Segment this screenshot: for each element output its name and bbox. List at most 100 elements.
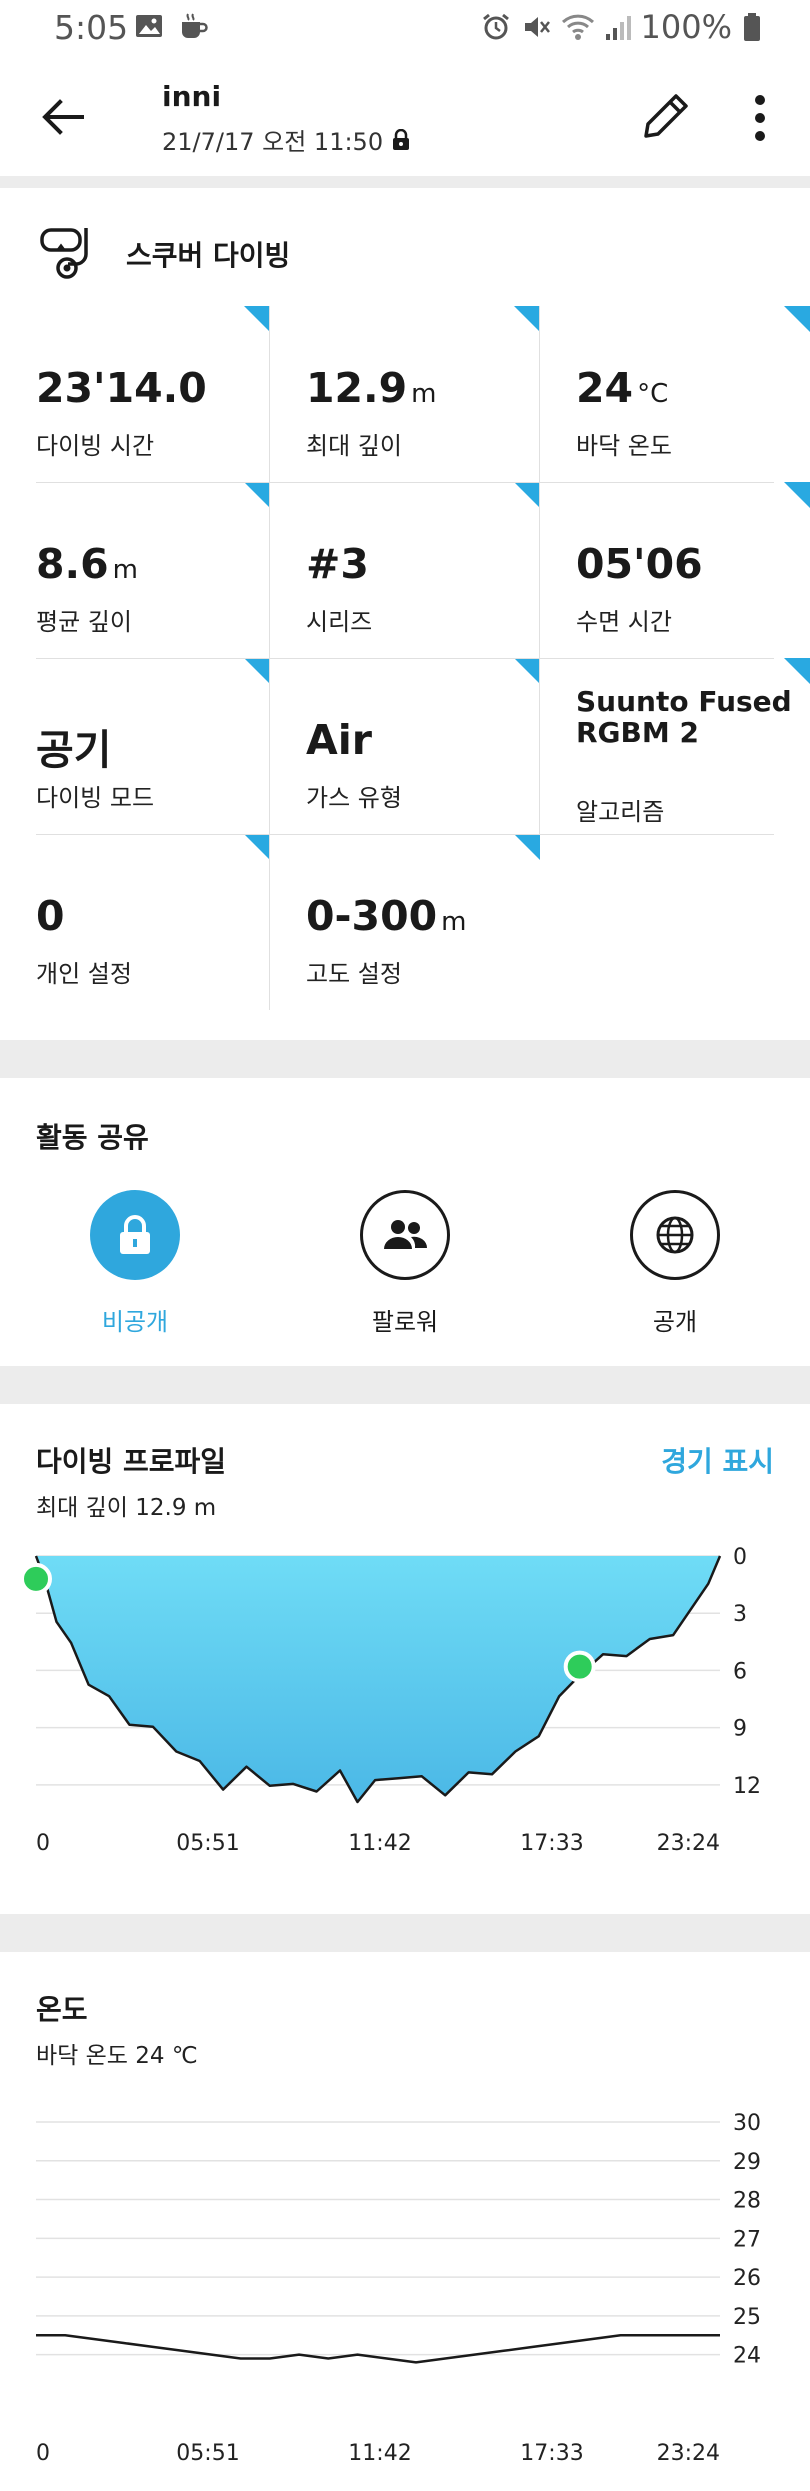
stat-value: Suunto Fused RGBM 2 xyxy=(576,685,792,749)
status-bar: 5:05 100% xyxy=(0,0,810,56)
activity-datetime-text: 21/7/17 오전 11:50 xyxy=(162,128,384,156)
y-tick-label: 30 xyxy=(733,2111,761,2136)
dive-summary-card: 스쿠버 다이빙 23'14.0 다이빙 시간 12.9 m 최대 깊이 24 °C … xyxy=(0,188,810,1040)
more-vert-icon[interactable] xyxy=(740,90,780,146)
share-private-label[interactable]: 비공개 xyxy=(65,1302,205,1337)
activity-type-label: 스쿠버 다이빙 xyxy=(126,239,291,272)
stat-corner-marker xyxy=(784,658,810,684)
stat-corner-marker xyxy=(514,306,540,332)
alarm-icon xyxy=(482,13,509,40)
depth-marker xyxy=(20,1562,52,1595)
followers-icon xyxy=(384,1220,428,1249)
y-tick-label: 24 xyxy=(733,2344,761,2369)
battery-icon xyxy=(744,13,760,41)
stat-corner-marker xyxy=(514,482,540,508)
x-tick-label: 17:33 xyxy=(520,2441,583,2466)
stat-avg-depth[interactable]: 8.6 m 평균 깊이 xyxy=(0,482,270,658)
stat-max-depth[interactable]: 12.9 m 최대 깊이 xyxy=(270,306,540,482)
stat-corner-marker xyxy=(244,658,270,684)
lock-icon xyxy=(393,128,410,150)
stat-gas-type[interactable]: Air 가스 유형 xyxy=(270,658,540,834)
dive-profile-card: 다이빙 프로파일 경기 표시 최대 깊이 12.9 m 0 3 6 9 12 0 05:51… xyxy=(0,1404,810,1914)
stat-label: 바닥 온도 xyxy=(576,432,672,460)
mute-icon xyxy=(524,17,550,37)
stat-label: 가스 유형 xyxy=(306,784,402,812)
stat-corner-marker xyxy=(244,306,270,332)
share-followers-label[interactable]: 팔로워 xyxy=(335,1302,475,1337)
gallery-icon xyxy=(136,15,162,37)
temperature-chart[interactable]: 30 29 28 27 26 25 24 0 05:51 11:42 17:33 23:24 xyxy=(0,1952,810,2491)
temperature-line xyxy=(36,2334,720,2364)
stat-value: 23'14.0 xyxy=(36,364,207,412)
stat-corner-marker xyxy=(514,658,540,684)
stat-value: 공기 xyxy=(36,726,112,774)
grid-divider xyxy=(36,482,774,483)
stat-value: 0 xyxy=(36,892,65,940)
back-arrow-icon[interactable] xyxy=(38,92,88,142)
x-tick-label: 05:51 xyxy=(176,1831,239,1856)
grid-divider xyxy=(36,834,774,835)
y-tick-label: 25 xyxy=(733,2305,761,2330)
stat-corner-marker xyxy=(244,834,270,860)
stat-algorithm[interactable]: Suunto Fused RGBM 2 알고리즘 xyxy=(540,658,810,834)
depth-area xyxy=(36,1556,720,1802)
stat-value: 24 °C xyxy=(576,364,669,412)
app-bar: inni 21/7/17 오전 11:50 xyxy=(0,56,810,176)
x-tick-label: 11:42 xyxy=(348,2441,411,2466)
y-tick-label: 29 xyxy=(733,2150,761,2175)
stat-label: 개인 설정 xyxy=(36,960,132,988)
x-tick-label: 0 xyxy=(36,1831,50,1856)
y-tick-label: 26 xyxy=(733,2266,761,2291)
stat-corner-marker xyxy=(784,482,810,508)
stat-label: 최대 깊이 xyxy=(306,432,402,460)
depth-marker xyxy=(563,1650,596,1683)
stat-value: 05'06 xyxy=(576,540,703,588)
y-tick-label: 27 xyxy=(733,2227,761,2252)
wifi-icon xyxy=(561,14,594,40)
stat-label: 시리즈 xyxy=(306,608,373,636)
stat-corner-marker xyxy=(244,482,270,508)
grid-divider xyxy=(269,306,270,1010)
share-activity-card: 활동 공유 비공개 팔로워 공개 xyxy=(0,1078,810,1366)
share-public-button[interactable] xyxy=(630,1190,720,1280)
share-private-button[interactable] xyxy=(90,1190,180,1280)
status-time: 5:05 xyxy=(54,8,129,47)
stat-series[interactable]: #3 시리즈 xyxy=(270,482,540,658)
lock-icon xyxy=(120,1215,150,1254)
dive-profile-chart[interactable]: 0 3 6 9 12 0 05:51 11:42 17:33 23:24 xyxy=(0,1404,810,1914)
stat-label: 고도 설정 xyxy=(306,960,402,988)
stat-personal-setting[interactable]: 0 개인 설정 xyxy=(0,834,270,1010)
activity-type-header: 스쿠버 다이빙 xyxy=(36,224,290,284)
stat-surface-time[interactable]: 05'06 수면 시간 xyxy=(540,482,810,658)
stat-dive-time[interactable]: 23'14.0 다이빙 시간 xyxy=(0,306,270,482)
stat-label: 수면 시간 xyxy=(576,608,672,636)
y-tick-label: 9 xyxy=(733,1717,747,1742)
stat-corner-marker xyxy=(784,306,810,332)
stat-value: 8.6 m xyxy=(36,540,138,588)
stat-bottom-temp[interactable]: 24 °C 바닥 온도 xyxy=(540,306,810,482)
activity-datetime: 21/7/17 오전 11:50 xyxy=(162,122,411,157)
status-notification-icons xyxy=(134,12,208,40)
y-tick-label: 3 xyxy=(733,1602,747,1627)
y-tick-label: 12 xyxy=(733,1774,761,1799)
grid-divider xyxy=(539,306,540,834)
stat-value: Air xyxy=(306,716,373,764)
y-tick-label: 0 xyxy=(733,1545,747,1570)
stat-value: #3 xyxy=(306,540,369,588)
temperature-card: 온도 바닥 온도 24 ℃ 30 29 28 27 26 25 24 0 05:51 11:42 1… xyxy=(0,1952,810,2491)
x-tick-label: 11:42 xyxy=(348,1831,411,1856)
x-tick-label: 17:33 xyxy=(520,1831,583,1856)
coffee-icon xyxy=(182,13,208,38)
x-tick-label: 23:24 xyxy=(657,1831,720,1856)
stat-label: 알고리즘 xyxy=(576,798,665,826)
share-followers-button[interactable] xyxy=(360,1190,450,1280)
share-public-label[interactable]: 공개 xyxy=(605,1302,745,1337)
edit-pencil-icon[interactable] xyxy=(636,86,696,146)
globe-icon xyxy=(656,1216,694,1254)
x-tick-label: 23:24 xyxy=(657,2441,720,2466)
stat-label: 다이빙 모드 xyxy=(36,784,155,812)
stat-dive-mode[interactable]: 공기 다이빙 모드 xyxy=(0,658,270,834)
stat-value: 12.9 m xyxy=(306,364,437,412)
x-tick-label: 0 xyxy=(36,2441,50,2466)
stat-altitude-setting[interactable]: 0-300 m 고도 설정 xyxy=(270,834,540,1010)
